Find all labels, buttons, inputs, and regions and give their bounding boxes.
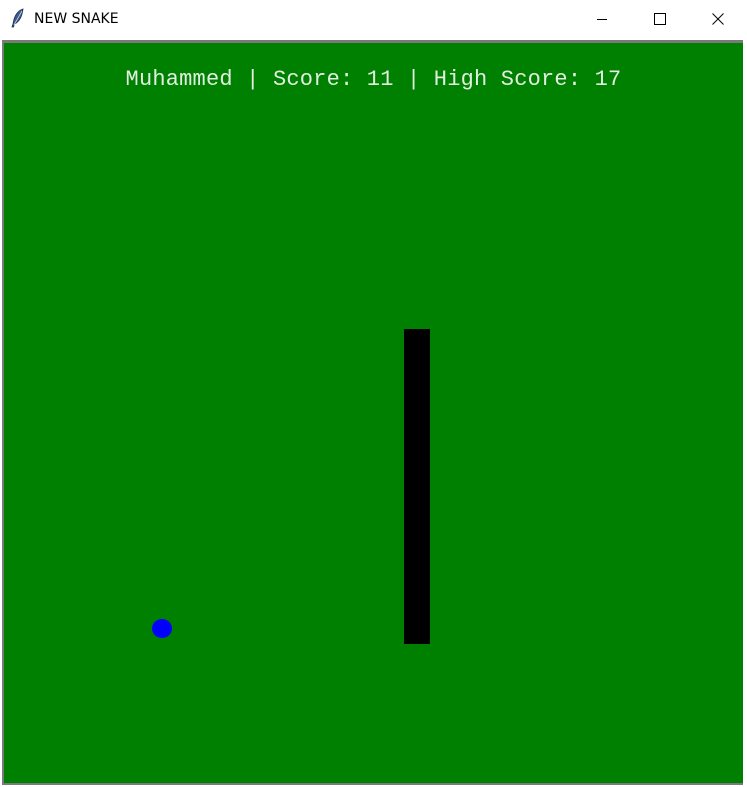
maximize-button[interactable] (631, 0, 689, 38)
game-canvas[interactable]: Muhammed | Score: 11 | High Score: 17 (4, 43, 743, 783)
score-display: Muhammed | Score: 11 | High Score: 17 (125, 67, 622, 92)
minimize-icon (596, 10, 608, 29)
feather-icon (10, 8, 26, 28)
game-window: NEW SNAKE Muhammed | Score: 11 | High Sc… (0, 0, 747, 787)
food-pellet (152, 619, 172, 638)
snake-body (404, 329, 430, 644)
close-button[interactable] (689, 0, 747, 38)
maximize-icon (654, 10, 666, 29)
title-bar[interactable]: NEW SNAKE (0, 0, 747, 38)
close-icon (712, 10, 724, 29)
minimize-button[interactable] (573, 0, 631, 38)
window-title: NEW SNAKE (34, 11, 119, 27)
